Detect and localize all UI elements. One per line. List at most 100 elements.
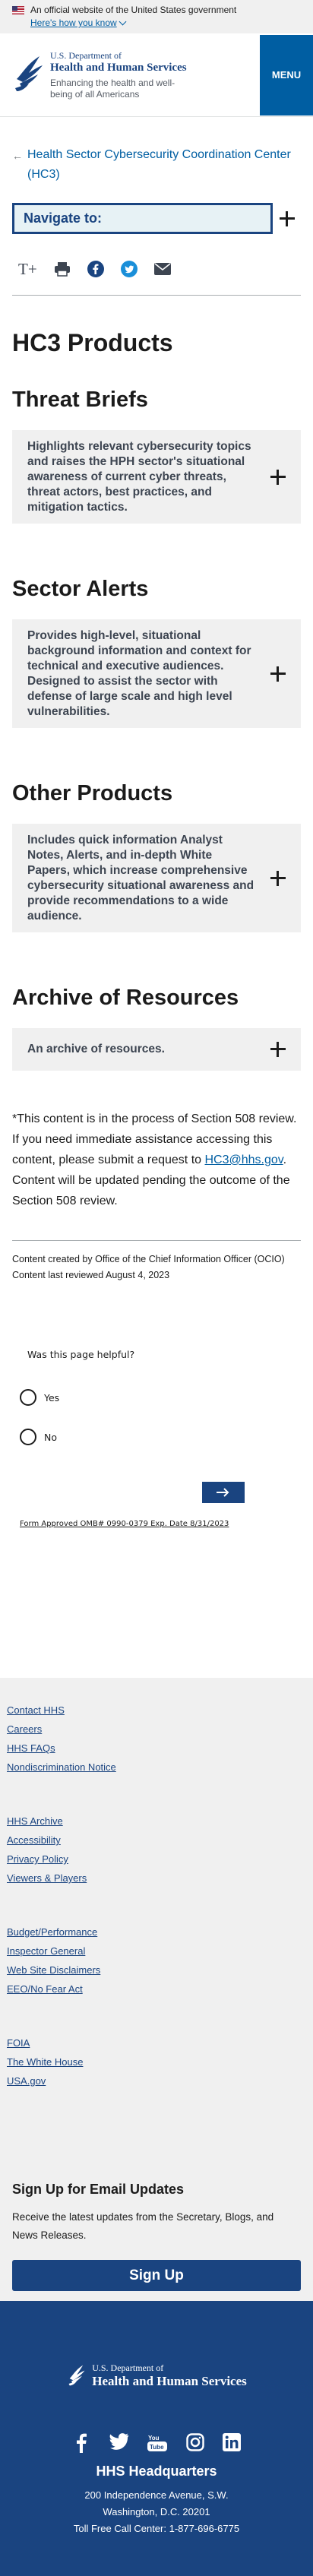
footer-link[interactable]: USA.gov — [7, 2071, 83, 2090]
linkedin-icon[interactable] — [223, 2433, 241, 2451]
svg-text:Tube: Tube — [150, 2444, 164, 2451]
svg-text:You: You — [148, 2435, 160, 2442]
address-line1: 200 Independence Avenue, S.W. — [84, 2489, 229, 2501]
navigate-to-label: Navigate to: — [24, 210, 103, 226]
footer-link[interactable]: Contact HHS — [7, 1701, 116, 1720]
print-icon[interactable] — [54, 261, 71, 277]
page-tools: T+ — [0, 234, 313, 286]
section-heading-sector-alerts: Sector Alerts — [12, 577, 149, 601]
signup-button[interactable]: Sign Up — [12, 2260, 301, 2291]
plus-icon — [270, 469, 286, 485]
radio-yes-label: Yes — [44, 1391, 60, 1404]
signup-text: Receive the latest updates from the Secr… — [12, 2211, 274, 2241]
back-arrow-icon: ← — [12, 150, 23, 162]
footer-group-1: Contact HHS Careers HHS FAQs Nondiscriminat… — [0, 1701, 116, 1777]
site-footer: Contact HHS Careers HHS FAQs Nondiscriminat… — [0, 1678, 313, 2146]
twitter-icon[interactable] — [109, 2433, 128, 2450]
us-flag-icon — [12, 5, 24, 14]
section-508-notice: *This content is in the process of Secti… — [0, 1109, 313, 1211]
plus-icon — [279, 210, 295, 226]
footer-hhs-logo[interactable]: U.S. Department of Health and Human Serv… — [0, 2301, 313, 2389]
accordion-sector-alerts[interactable]: Provides high-level, situational backgro… — [12, 619, 301, 728]
footer-group-2: HHS Archive Accessibility Privacy Policy Vi… — [0, 1812, 87, 1888]
page-title: HC3 Products — [12, 329, 173, 356]
heres-how-you-know-link[interactable]: Here's how you know — [30, 17, 117, 28]
hc3-email-link[interactable]: HC3@hhs.gov — [204, 1154, 283, 1166]
content-created-by: Content created by Office of the Chief I… — [12, 1254, 285, 1264]
accordion-summary: An archive of resources. — [27, 1043, 165, 1055]
plus-icon — [270, 1042, 286, 1057]
site-header: U.S. Department of Health and Human Serv… — [0, 33, 313, 117]
site-bottom: U.S. Department of Health and Human Serv… — [0, 2301, 313, 2576]
radio-button[interactable] — [20, 1389, 36, 1406]
survey-question: Was this page helpful? — [27, 1349, 135, 1360]
footer-link[interactable]: Web Site Disclaimers — [7, 1960, 100, 1979]
plus-icon — [270, 666, 286, 682]
toll-free-number: Toll Free Call Center: 1-877-696-6775 — [73, 2523, 240, 2534]
navigate-expand-button[interactable] — [270, 203, 301, 234]
accordion-threat-briefs[interactable]: Highlights relevant cybersecurity topics… — [12, 430, 301, 524]
footer-link[interactable]: HHS Archive — [7, 1812, 87, 1831]
accordion-summary: Provides high-level, situational backgro… — [27, 628, 251, 718]
radio-button[interactable] — [20, 1429, 36, 1445]
instagram-icon[interactable] — [186, 2433, 204, 2451]
address-line2: Washington, D.C. 20201 — [103, 2506, 210, 2517]
feedback-survey: Was this page helpful? Yes No Form Appro… — [0, 1349, 313, 1528]
footer-link[interactable]: HHS FAQs — [7, 1739, 116, 1758]
footer-link[interactable]: The White House — [7, 2052, 83, 2071]
footer-group-3: Budget/Performance Inspector General Web S… — [0, 1923, 100, 1998]
radio-no[interactable]: No — [20, 1429, 301, 1445]
breadcrumb-link-hc3[interactable]: Health Sector Cybersecurity Coordination… — [27, 145, 301, 185]
footer-link[interactable]: Viewers & Players — [7, 1869, 87, 1888]
footer-link[interactable]: Inspector General — [7, 1941, 100, 1960]
section-heading-other-products: Other Products — [12, 781, 173, 805]
email-icon[interactable] — [153, 263, 171, 275]
footer-group-4: FOIA The White House USA.gov — [0, 2033, 83, 2090]
footer-link[interactable]: Budget/Performance — [7, 1923, 100, 1941]
breadcrumb: ← Health Sector Cybersecurity Coordinati… — [0, 117, 313, 185]
omb-approval-link[interactable]: Form Approved OMB# 0990-0379 Exp. Date 8… — [20, 1520, 301, 1528]
accordion-archive[interactable]: An archive of resources. — [12, 1028, 301, 1071]
content-last-reviewed: Content last reviewed August 4, 2023 — [12, 1270, 170, 1280]
social-links: You Tube — [0, 2433, 313, 2453]
chevron-down-icon — [119, 17, 127, 25]
footer-link[interactable]: Nondiscrimination Notice — [7, 1758, 116, 1777]
accordion-other-products[interactable]: Includes quick information Analyst Notes… — [12, 824, 301, 932]
section-heading-archive: Archive of Resources — [12, 986, 239, 1010]
footer-dept-line2: Health and Human Services — [92, 2373, 247, 2388]
footer-link[interactable]: Privacy Policy — [7, 1850, 87, 1869]
youtube-icon[interactable]: You Tube — [147, 2433, 168, 2453]
survey-submit-button[interactable] — [202, 1482, 245, 1503]
footer-dept-line1: U.S. Department of — [92, 2362, 164, 2373]
footer-link[interactable]: FOIA — [7, 2033, 83, 2052]
hq-address: 200 Independence Avenue, S.W. Washington… — [0, 2487, 313, 2537]
hq-title: HHS Headquarters — [96, 2464, 217, 2479]
email-signup: Sign Up for Email Updates Receive the la… — [0, 2146, 313, 2301]
dept-line2: Health and Human Services — [50, 61, 187, 74]
hhs-eagle-icon — [15, 55, 43, 91]
text-size-button[interactable]: T+ — [18, 260, 37, 279]
twitter-icon[interactable] — [120, 261, 138, 277]
radio-yes[interactable]: Yes — [20, 1389, 301, 1406]
menu-button[interactable]: MENU — [260, 34, 313, 116]
gov-banner: An official website of the United States… — [0, 0, 313, 33]
hhs-eagle-icon — [68, 2365, 85, 2386]
radio-no-label: No — [44, 1431, 57, 1443]
dept-line1: U.S. Department of — [50, 49, 122, 61]
footer-link[interactable]: Accessibility — [7, 1831, 87, 1850]
navigate-to-dropdown[interactable]: Navigate to: — [12, 203, 301, 234]
footer-link[interactable]: EEO/No Fear Act — [7, 1979, 100, 1998]
accordion-summary: Includes quick information Analyst Notes… — [27, 833, 255, 922]
tagline: Enhancing the health and well-being of a… — [50, 77, 175, 100]
footer-link[interactable]: Careers — [7, 1720, 116, 1739]
accordion-summary: Highlights relevant cybersecurity topics… — [27, 439, 251, 514]
content-meta: Content created by Office of the Chief I… — [0, 1241, 313, 1283]
hhs-logo[interactable]: U.S. Department of Health and Human Serv… — [12, 50, 187, 100]
signup-heading: Sign Up for Email Updates — [12, 2182, 185, 2197]
section-heading-threat-briefs: Threat Briefs — [12, 388, 148, 412]
facebook-icon[interactable] — [87, 261, 104, 277]
facebook-icon[interactable] — [72, 2433, 90, 2453]
plus-icon — [270, 870, 286, 886]
official-site-text: An official website of the United States… — [30, 5, 237, 15]
arrow-right-icon — [217, 1488, 229, 1497]
